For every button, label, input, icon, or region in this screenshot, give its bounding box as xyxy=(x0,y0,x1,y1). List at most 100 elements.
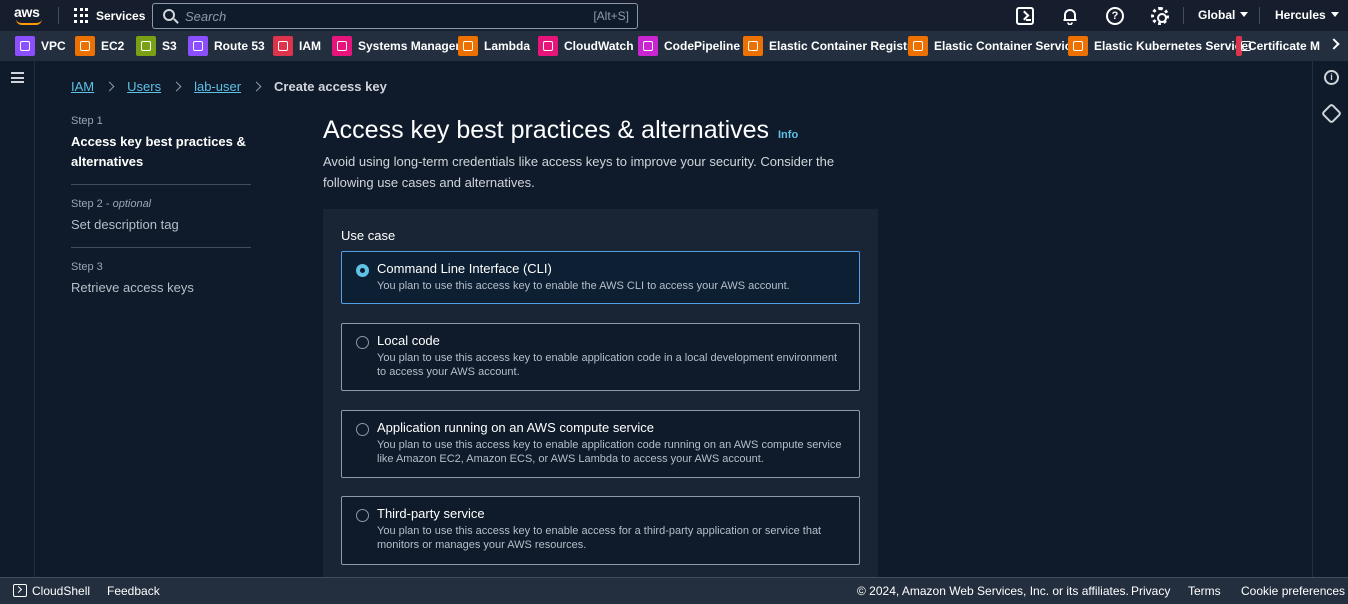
breadcrumb-lab-user[interactable]: lab-user xyxy=(194,79,241,94)
codepipeline-icon xyxy=(638,36,658,56)
radio-button[interactable] xyxy=(356,423,369,436)
radio-button[interactable] xyxy=(356,264,369,277)
top-navigation: aws Services Search [Alt+S] ? Global Her… xyxy=(0,0,1348,31)
terms-link[interactable]: Terms xyxy=(1188,584,1221,598)
favorite-label: Elastic Container Service xyxy=(934,39,1079,53)
option-aws-compute[interactable]: Application running on an AWS compute se… xyxy=(341,410,860,478)
eks-icon xyxy=(1068,36,1088,56)
option-title: Local code xyxy=(377,333,440,348)
favorite-label: CodePipeline xyxy=(664,39,741,53)
option-description: You plan to use this access key to enabl… xyxy=(377,525,822,551)
favorite-label: Certificate M xyxy=(1247,39,1320,53)
option-description: You plan to use this access key to enabl… xyxy=(377,352,838,378)
search-placeholder: Search xyxy=(185,9,227,24)
favorite-ec2[interactable]: EC2 xyxy=(75,36,124,56)
caret-down-icon xyxy=(1330,12,1339,17)
favorite-ecs[interactable]: Elastic Container Service xyxy=(908,36,1078,56)
favorite-systems-manager[interactable]: Systems Manager xyxy=(332,36,460,56)
aws-logo[interactable]: aws xyxy=(14,5,44,27)
help-icon[interactable]: ? xyxy=(1106,7,1124,25)
breadcrumb-iam[interactable]: IAM xyxy=(71,79,94,94)
favorites-bar: VPC EC2 S3 Route 53 IAM Systems Manager … xyxy=(0,31,1348,61)
cloudwatch-icon xyxy=(538,36,558,56)
services-label: Services xyxy=(96,8,146,23)
s3-icon xyxy=(136,36,156,56)
iam-icon xyxy=(273,36,293,56)
radio-button[interactable] xyxy=(356,509,369,522)
favorite-label: IAM xyxy=(299,39,321,53)
chevron-right-icon[interactable] xyxy=(1328,38,1340,50)
chevron-right-icon xyxy=(171,81,182,92)
systems-manager-icon xyxy=(332,36,352,56)
search-input[interactable]: Search [Alt+S] xyxy=(152,3,638,29)
cloudshell-icon[interactable] xyxy=(13,584,27,597)
step-title: Access key best practices & alternatives xyxy=(71,134,246,169)
favorite-cloudwatch[interactable]: CloudWatch xyxy=(538,36,634,56)
lambda-icon xyxy=(458,36,478,56)
breadcrumb-current: Create access key xyxy=(274,79,387,94)
step-number: Step 2 - optional xyxy=(71,198,152,210)
step-number-text: Step 2 xyxy=(71,198,103,210)
option-title: Command Line Interface (CLI) xyxy=(377,261,552,276)
step-title: Retrieve access keys xyxy=(71,280,194,295)
use-case-panel: Use case Command Line Interface (CLI) Yo… xyxy=(323,209,878,577)
services-grid-icon xyxy=(74,8,89,23)
option-title: Third-party service xyxy=(377,506,485,521)
option-description: You plan to use this access key to enabl… xyxy=(377,280,790,292)
cloudshell-link[interactable]: CloudShell xyxy=(32,584,90,598)
option-description: You plan to use this access key to enabl… xyxy=(377,439,842,465)
favorite-label: Route 53 xyxy=(214,39,265,53)
option-third-party[interactable]: Third-party service You plan to use this… xyxy=(341,496,860,565)
info-link[interactable]: Info xyxy=(778,129,798,141)
step-2[interactable]: Step 2 - optional Set description tag xyxy=(71,184,251,247)
step-optional-text: optional xyxy=(112,198,152,210)
copyright-text: © 2024, Amazon Web Services, Inc. or its… xyxy=(857,584,1129,598)
step-3[interactable]: Step 3 Retrieve access keys xyxy=(71,247,251,310)
search-shortcut-hint: [Alt+S] xyxy=(593,9,629,23)
favorite-ecr[interactable]: Elastic Container Registry xyxy=(743,36,918,56)
favorite-vpc[interactable]: VPC xyxy=(15,36,66,56)
menu-icon[interactable] xyxy=(11,72,24,83)
region-selector[interactable]: Global xyxy=(1198,8,1249,22)
nav-divider xyxy=(1259,7,1260,24)
favorite-certificate-manager[interactable]: Certificate M xyxy=(1236,36,1320,56)
gear-icon[interactable] xyxy=(1151,7,1169,25)
cookie-preferences-link[interactable]: Cookie preferences xyxy=(1241,584,1345,598)
feedback-link[interactable]: Feedback xyxy=(107,584,160,598)
footer: CloudShell Feedback © 2024, Amazon Web S… xyxy=(0,577,1348,604)
privacy-link[interactable]: Privacy xyxy=(1131,584,1170,598)
favorite-s3[interactable]: S3 xyxy=(136,36,177,56)
vpc-icon xyxy=(15,36,35,56)
option-local-code[interactable]: Local code You plan to use this access k… xyxy=(341,323,860,391)
route53-icon xyxy=(188,36,208,56)
favorite-label: Elastic Kubernetes Service xyxy=(1094,39,1249,53)
breadcrumb: IAM Users lab-user Create access key xyxy=(71,79,387,94)
radio-button[interactable] xyxy=(356,336,369,349)
step-number: Step 3 xyxy=(71,261,103,273)
step-1: Step 1 Access key best practices & alter… xyxy=(71,115,251,184)
ec2-icon xyxy=(75,36,95,56)
favorite-route53[interactable]: Route 53 xyxy=(188,36,265,56)
favorite-codepipeline[interactable]: CodePipeline xyxy=(638,36,740,56)
favorite-iam[interactable]: IAM xyxy=(273,36,321,56)
ecs-icon xyxy=(908,36,928,56)
info-icon[interactable]: i xyxy=(1324,70,1339,85)
wizard-steps: Step 1 Access key best practices & alter… xyxy=(71,115,251,310)
favorite-lambda[interactable]: Lambda xyxy=(458,36,530,56)
favorite-label: CloudWatch xyxy=(564,39,634,53)
favorite-label: VPC xyxy=(41,39,66,53)
chevron-right-icon xyxy=(104,81,115,92)
account-menu[interactable]: Hercules xyxy=(1275,8,1339,22)
cloudshell-icon[interactable] xyxy=(1016,7,1034,25)
feedback-hex-icon[interactable] xyxy=(1320,102,1343,125)
account-label: Hercules xyxy=(1275,8,1326,22)
breadcrumb-users[interactable]: Users xyxy=(127,79,161,94)
bell-icon[interactable] xyxy=(1061,7,1079,26)
services-menu-button[interactable]: Services xyxy=(74,6,145,25)
ecr-icon xyxy=(743,36,763,56)
certificate-manager-icon xyxy=(1236,36,1251,56)
favorite-label: EC2 xyxy=(101,39,125,53)
favorite-label: S3 xyxy=(162,39,177,53)
option-cli[interactable]: Command Line Interface (CLI) You plan to… xyxy=(341,251,860,304)
favorite-eks[interactable]: Elastic Kubernetes Service xyxy=(1068,36,1248,56)
